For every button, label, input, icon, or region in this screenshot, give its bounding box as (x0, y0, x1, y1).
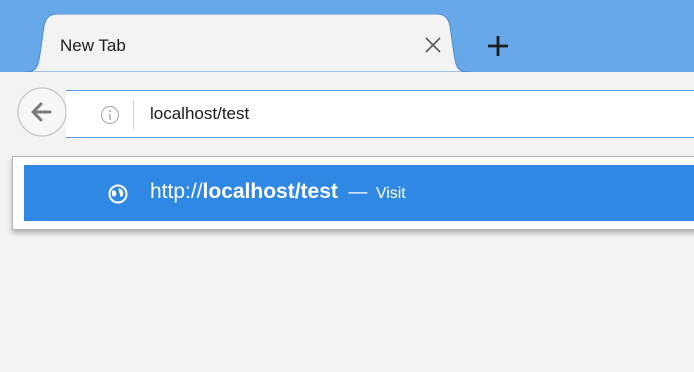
back-arrow-icon[interactable] (16, 86, 68, 138)
tab-title: New Tab (60, 36, 126, 55)
suggestion-url-host: localhost/test (202, 180, 338, 203)
info-icon[interactable] (100, 105, 120, 125)
suggestion-dash: — (348, 182, 368, 203)
url-text[interactable]: localhost/test (150, 104, 249, 124)
globe-icon (108, 184, 128, 204)
suggestion-url-prefix: http:// (150, 180, 203, 203)
url-separator (133, 100, 134, 130)
close-icon[interactable] (416, 28, 450, 62)
plus-icon[interactable] (480, 28, 516, 64)
tab-new-tab[interactable]: New Tab (24, 14, 470, 72)
suggestion-text[interactable]: http://localhost/test — Visit (150, 180, 406, 204)
suggestion-action: Visit (375, 185, 406, 202)
